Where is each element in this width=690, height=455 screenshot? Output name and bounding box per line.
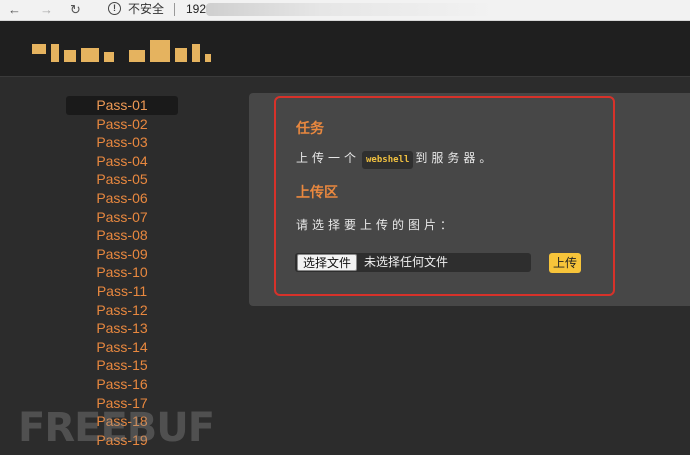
- webshell-code: webshell: [362, 151, 414, 169]
- sidebar-item-pass-06[interactable]: Pass-06: [66, 189, 178, 208]
- address-separator: [174, 3, 175, 16]
- sidebar-item-pass-02[interactable]: Pass-02: [66, 115, 178, 134]
- address-bar[interactable]: 192: [186, 2, 206, 17]
- task-prefix: 上传一个: [296, 151, 361, 165]
- sidebar-item-pass-09[interactable]: Pass-09: [66, 245, 178, 264]
- task-suffix: 到服务器。: [415, 151, 496, 165]
- sidebar-item-pass-05[interactable]: Pass-05: [66, 170, 178, 189]
- site-header: [0, 21, 690, 77]
- file-name-label: 未选择任何文件: [364, 255, 449, 269]
- arrow-right-icon[interactable]: →: [40, 1, 53, 19]
- sidebar-item-pass-14[interactable]: Pass-14: [66, 338, 178, 357]
- watermark-logo: FREEBUF: [18, 405, 215, 451]
- arrow-left-icon[interactable]: ←: [8, 1, 21, 19]
- sidebar-item-pass-04[interactable]: Pass-04: [66, 152, 178, 171]
- address-redacted: [206, 3, 496, 16]
- sidebar-item-pass-01[interactable]: Pass-01: [66, 96, 178, 115]
- sidebar-item-pass-08[interactable]: Pass-08: [66, 226, 178, 245]
- upload-button[interactable]: 上传: [549, 253, 581, 273]
- pixelated-logo[interactable]: [32, 36, 211, 62]
- sidebar-item-pass-10[interactable]: Pass-10: [66, 263, 178, 282]
- choose-file-button[interactable]: 选择文件: [297, 254, 358, 271]
- upload-heading: 上传区: [296, 184, 338, 200]
- sidebar-item-pass-13[interactable]: Pass-13: [66, 319, 178, 338]
- sidebar-item-pass-07[interactable]: Pass-07: [66, 208, 178, 227]
- task-description: 上传一个 webshell 到服务器。: [296, 150, 495, 169]
- upload-prompt: 请选择要上传的图片：: [296, 218, 457, 232]
- sidebar-item-pass-12[interactable]: Pass-12: [66, 301, 178, 320]
- sidebar-item-pass-11[interactable]: Pass-11: [66, 282, 178, 301]
- security-label[interactable]: 不安全: [128, 2, 164, 17]
- sidebar-item-pass-16[interactable]: Pass-16: [66, 375, 178, 394]
- sidebar-item-pass-03[interactable]: Pass-03: [66, 133, 178, 152]
- warning-icon[interactable]: !: [108, 2, 121, 15]
- sidebar-item-pass-15[interactable]: Pass-15: [66, 356, 178, 375]
- sidebar-nav: Pass-01 Pass-02 Pass-03 Pass-04 Pass-05 …: [66, 96, 178, 449]
- reload-icon[interactable]: ↻: [70, 1, 81, 19]
- task-heading: 任务: [296, 120, 324, 136]
- browser-toolbar: ← → ↻ ! 不安全 192: [0, 0, 690, 21]
